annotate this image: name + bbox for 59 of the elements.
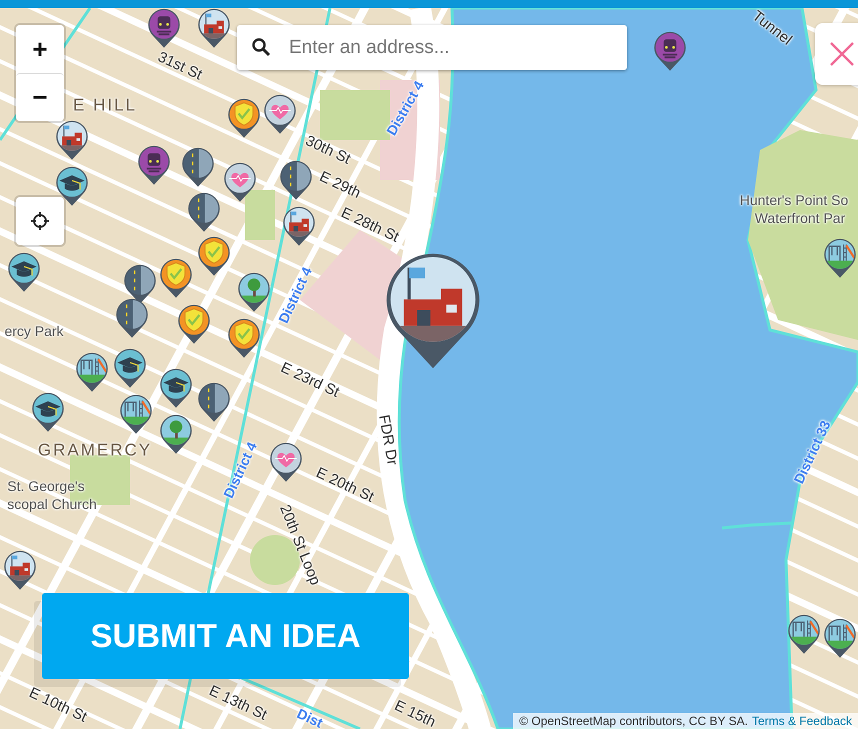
building-marker-icon[interactable] [281, 204, 317, 248]
place-label: St. George's [7, 479, 85, 493]
street-label: 20th St Loop [277, 502, 323, 588]
tree-marker-icon[interactable] [158, 412, 194, 456]
street-label: 30th St [303, 133, 353, 167]
street-label: E 23rd St [278, 360, 342, 400]
shield-marker-icon[interactable] [158, 256, 194, 300]
street-label: E 29th [317, 169, 363, 201]
graduation-cap-marker-icon[interactable] [54, 164, 90, 208]
swing-set-marker-icon[interactable] [822, 616, 858, 660]
street-label: E 28th St [338, 205, 402, 245]
train-marker-icon[interactable] [146, 6, 182, 50]
area-label: E HILL [73, 96, 137, 114]
close-icon [829, 41, 855, 67]
district-label: Dist [295, 706, 325, 729]
shield-marker-icon[interactable] [196, 234, 232, 278]
street-label: E 15th [392, 698, 438, 729]
locate-button[interactable] [16, 197, 64, 245]
heart-marker-icon[interactable] [268, 440, 304, 484]
road-marker-icon[interactable] [186, 190, 222, 234]
tree-marker-icon[interactable] [236, 270, 272, 314]
graduation-cap-marker-icon[interactable] [6, 250, 42, 294]
heart-marker-icon[interactable] [222, 160, 258, 204]
street-label: 31st St [156, 49, 204, 83]
terms-link[interactable]: Terms & Feedback [752, 714, 852, 728]
shield-marker-icon[interactable] [226, 316, 262, 360]
shield-marker-icon[interactable] [226, 96, 262, 140]
place-label: Waterfront Par [754, 211, 846, 225]
building-marker-icon[interactable] [196, 6, 232, 50]
swing-set-marker-icon[interactable] [118, 392, 154, 436]
area-label: GRAMERCY [38, 442, 152, 458]
swing-set-marker-icon[interactable] [74, 350, 110, 394]
train-marker-icon[interactable] [652, 29, 688, 73]
road-marker-icon[interactable] [196, 380, 232, 424]
graduation-cap-marker-icon[interactable] [158, 366, 194, 410]
zoom-out-button[interactable]: − [16, 73, 64, 121]
search-icon [251, 37, 271, 57]
train-marker-icon[interactable] [136, 143, 172, 187]
street-label: E 13th St [206, 683, 270, 723]
street-label: E 10th St [26, 685, 90, 725]
graduation-cap-marker-icon[interactable] [112, 346, 148, 390]
building-marker-icon[interactable] [2, 548, 38, 592]
road-marker-icon[interactable] [114, 296, 150, 340]
crosshair-icon [30, 211, 50, 231]
shield-marker-icon[interactable] [176, 302, 212, 346]
attribution-text: © OpenStreetMap contributors, CC BY SA. [519, 714, 748, 728]
place-label: ercy Park [4, 324, 64, 338]
street-label: E 20th St [314, 465, 376, 505]
place-label: scopal Church [7, 497, 97, 511]
graduation-cap-marker-icon[interactable] [30, 390, 66, 434]
search-field[interactable]: Enter an address... [237, 25, 627, 70]
close-button[interactable] [815, 23, 858, 85]
heart-marker-icon[interactable] [262, 92, 298, 136]
building-marker-icon[interactable] [54, 118, 90, 162]
street-label: FDR Dr [376, 414, 400, 466]
swing-set-marker-icon[interactable] [786, 612, 822, 656]
road-marker-icon[interactable] [278, 158, 314, 202]
swing-set-marker-icon[interactable] [822, 236, 858, 280]
road-marker-icon[interactable] [180, 145, 216, 189]
